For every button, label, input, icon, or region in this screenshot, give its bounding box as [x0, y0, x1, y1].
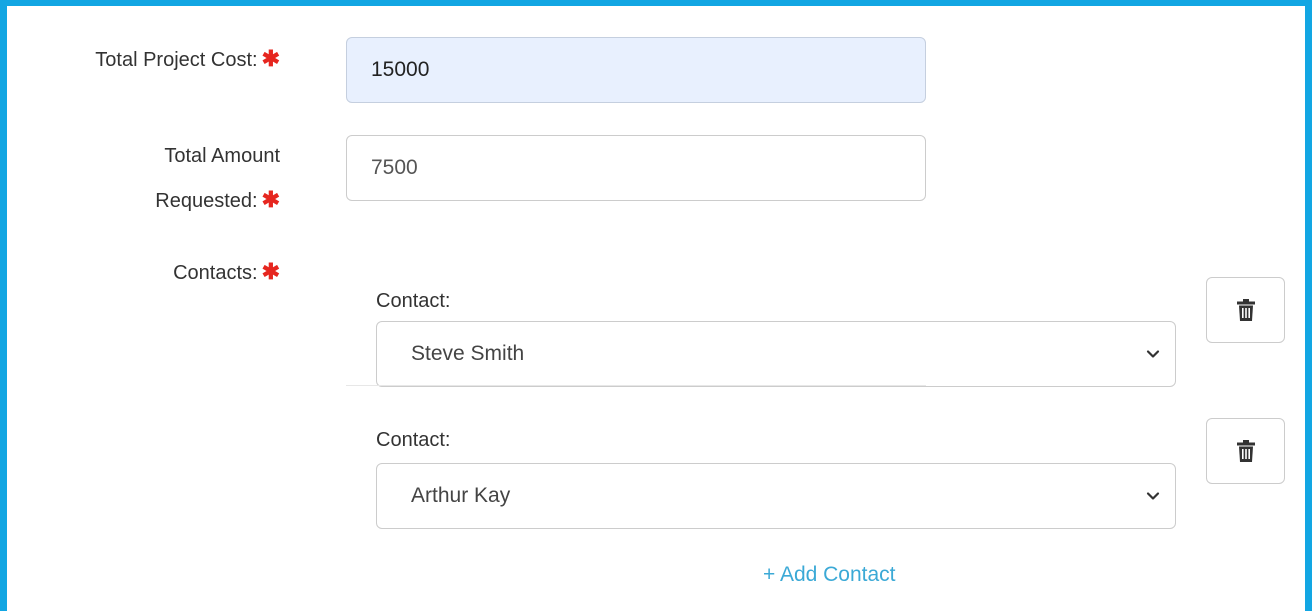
chevron-down-icon [1146, 492, 1160, 500]
required-asterisk-icon: ✱ [261, 187, 280, 212]
trash-icon [1236, 440, 1255, 462]
chevron-down-icon [1146, 350, 1160, 358]
total-amount-requested-label-2: Requested: ✱ [40, 183, 280, 218]
contact-2-select[interactable]: Arthur Kay [376, 463, 1176, 529]
delete-contact-2-button[interactable] [1206, 418, 1285, 484]
total-amount-requested-label: Total Amount [40, 139, 280, 173]
total-project-cost-label: Total Project Cost: ✱ [40, 42, 280, 77]
total-project-cost-input[interactable]: 15000 [346, 37, 926, 103]
delete-contact-1-button[interactable] [1206, 277, 1285, 343]
contact-1-select[interactable]: Steve Smith [376, 321, 1176, 387]
total-amount-requested-value: 7500 [371, 156, 418, 179]
contacts-label: Contacts: ✱ [40, 255, 280, 290]
contact-separator [346, 385, 926, 386]
trash-icon [1236, 299, 1255, 321]
add-contact-link[interactable]: + Add Contact [763, 563, 896, 587]
contact-1-label: Contact: [376, 290, 451, 312]
contacts-label-text: Contacts: [173, 262, 258, 284]
total-amount-requested-label-line1: Total Amount [164, 145, 280, 167]
contact-2-label: Contact: [376, 429, 451, 451]
total-amount-requested-input[interactable]: 7500 [346, 135, 926, 201]
contact-2-selected-value: Arthur Kay [411, 484, 511, 507]
total-project-cost-value: 15000 [371, 58, 430, 81]
total-project-cost-label-text: Total Project Cost: [95, 49, 258, 71]
required-asterisk-icon: ✱ [261, 46, 280, 71]
required-asterisk-icon: ✱ [261, 259, 280, 284]
contact-1-selected-value: Steve Smith [411, 342, 525, 365]
total-amount-requested-label-line2: Requested: [155, 190, 258, 212]
